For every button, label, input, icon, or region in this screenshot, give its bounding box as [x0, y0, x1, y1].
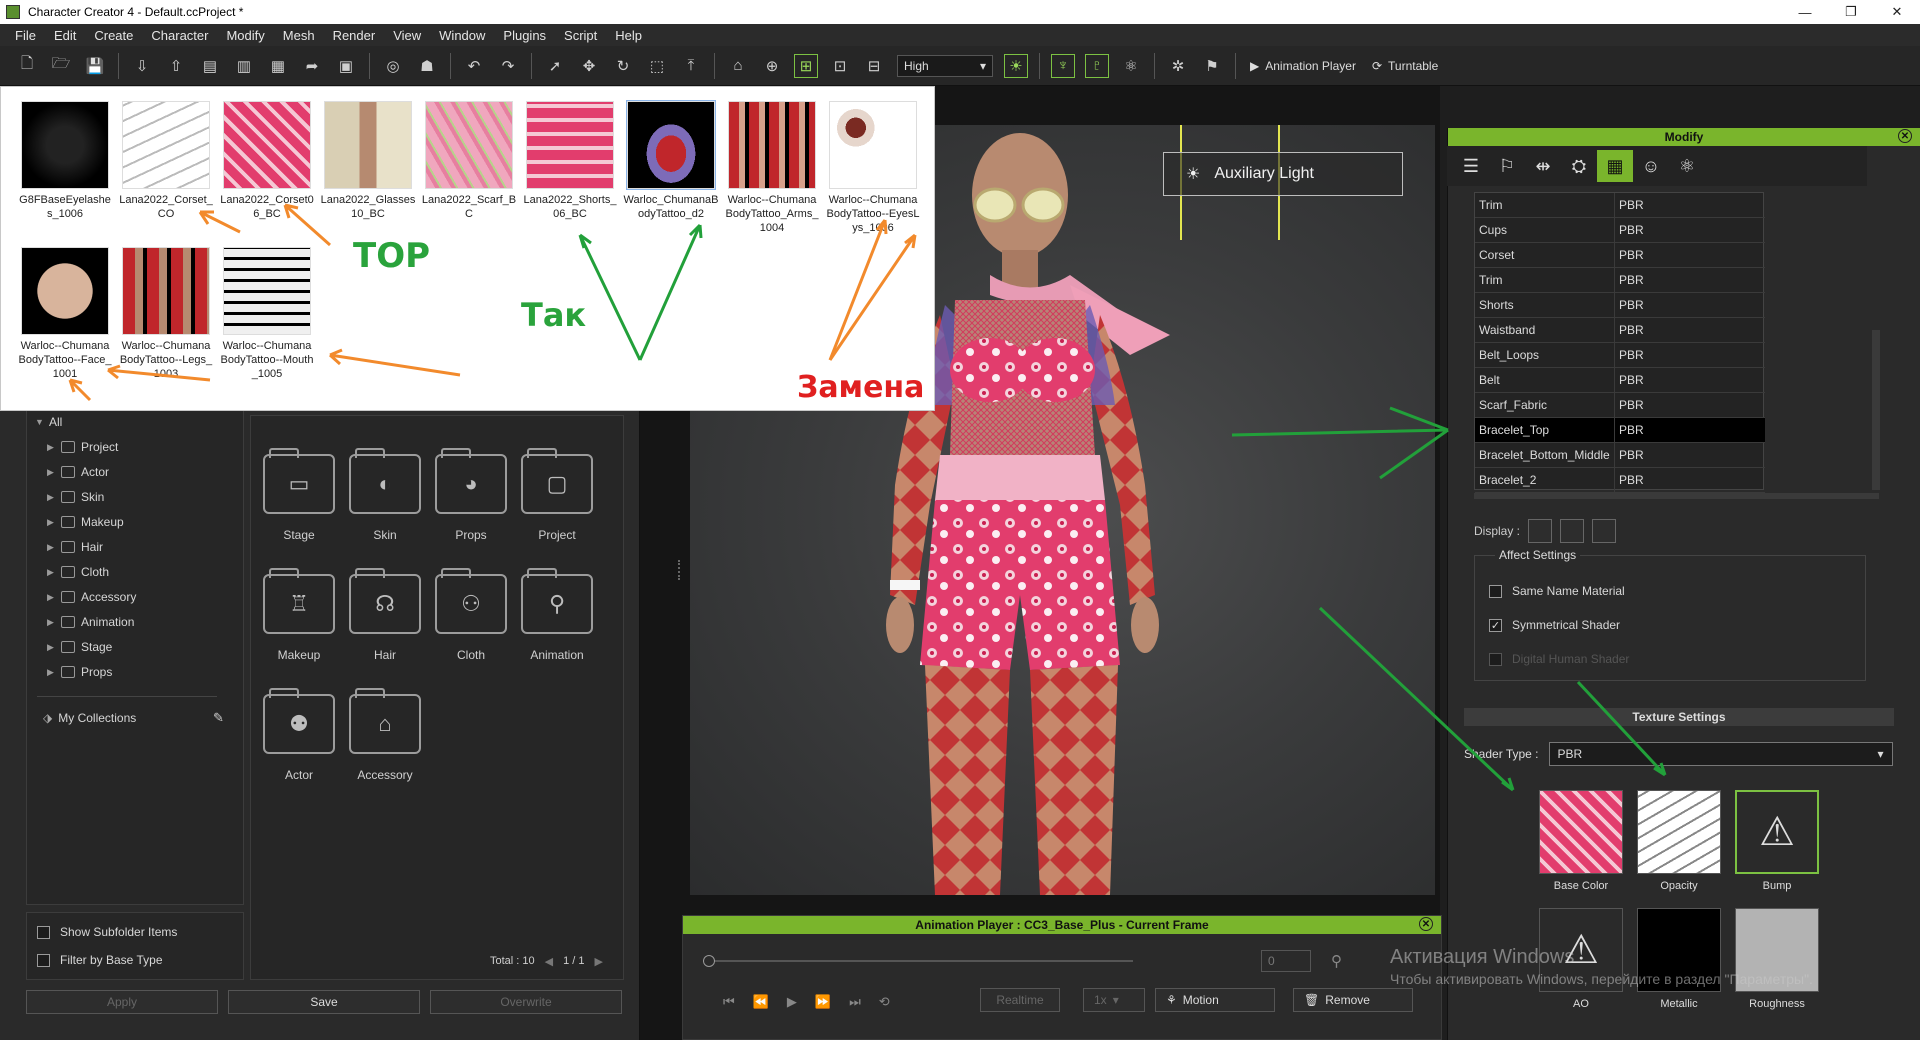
annotation-zamena: Замена — [797, 370, 925, 405]
orange-arrows — [68, 203, 917, 402]
annotation-arrows — [68, 203, 1667, 792]
green-arrows — [578, 223, 1667, 792]
annotation-tak: Так — [521, 296, 587, 334]
annotation-top: TOP — [353, 236, 431, 276]
